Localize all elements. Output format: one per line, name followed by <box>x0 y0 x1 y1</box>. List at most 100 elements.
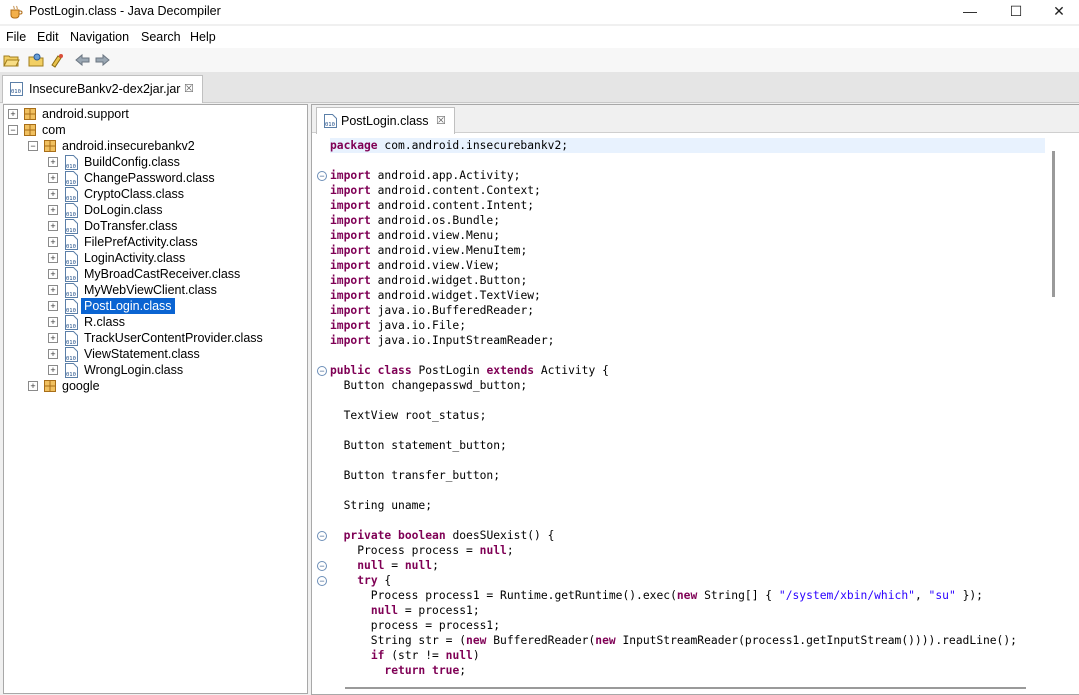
code-line: null = process1; <box>370 604 480 617</box>
search-icon[interactable] <box>49 52 66 68</box>
close-tab-icon[interactable]: ☒ <box>184 82 194 95</box>
menu-file[interactable]: File <box>6 30 26 44</box>
expand-icon[interactable]: + <box>48 301 58 311</box>
tree-item[interactable]: +010 PostLogin.class <box>4 298 304 314</box>
code-line: Button transfer_button; <box>330 469 501 482</box>
code-line: import java.io.File; <box>330 319 467 332</box>
code-line: Process process1 = Runtime.getRuntime().… <box>330 589 983 602</box>
minimize-button[interactable]: — <box>947 0 993 24</box>
tree-item-label: CryptoClass.class <box>84 187 185 201</box>
expand-icon[interactable]: + <box>48 269 58 279</box>
tree-item[interactable]: +010 ChangePassword.class <box>4 170 304 186</box>
tree-item[interactable]: +010 R.class <box>4 314 304 330</box>
svg-text:010: 010 <box>11 89 21 95</box>
code-line: import android.view.Menu; <box>330 229 501 242</box>
code-line: String uname; <box>330 499 433 512</box>
package-icon <box>44 140 56 152</box>
class-file-icon: 010 <box>65 267 78 282</box>
maximize-button[interactable]: ☐ <box>993 0 1039 24</box>
code-line: Button statement_button; <box>330 439 507 452</box>
expand-icon[interactable]: + <box>48 365 58 375</box>
menu-edit[interactable]: Edit <box>37 30 59 44</box>
fold-icon[interactable]: − <box>317 171 327 181</box>
forward-icon[interactable] <box>94 52 111 68</box>
class-file-icon: 010 <box>65 251 78 266</box>
tree-item[interactable]: +010 WrongLogin.class <box>4 362 304 378</box>
class-file-icon: 010 <box>65 187 78 202</box>
tree-item[interactable]: +010 BuildConfig.class <box>4 154 304 170</box>
fold-icon[interactable]: − <box>317 576 327 586</box>
vertical-scrollbar[interactable] <box>1052 151 1055 297</box>
back-icon[interactable] <box>74 52 91 68</box>
expand-icon[interactable]: + <box>8 109 18 119</box>
expand-icon[interactable]: + <box>48 173 58 183</box>
jar-tab[interactable]: 010 InsecureBankv2-dex2jar.jar ☒ <box>2 75 203 103</box>
tree-item[interactable]: + google <box>4 378 304 394</box>
code-line: null = null; <box>357 559 439 572</box>
tree-item[interactable]: +010 MyBroadCastReceiver.class <box>4 266 304 282</box>
code-line: import android.content.Intent; <box>330 199 535 212</box>
tree-item[interactable]: +010 CryptoClass.class <box>4 186 304 202</box>
class-file-icon: 010 <box>65 347 78 362</box>
code-line: import android.app.Activity; <box>330 169 521 182</box>
menu-help[interactable]: Help <box>190 30 216 44</box>
fold-icon[interactable]: − <box>317 531 327 541</box>
code-line: Button changepasswd_button; <box>330 379 528 392</box>
expand-icon[interactable]: + <box>48 157 58 167</box>
code-line: try { <box>357 574 392 587</box>
class-file-icon: 010 <box>65 363 78 378</box>
tree-item[interactable]: +010 DoTransfer.class <box>4 218 304 234</box>
tree-item-label: BuildConfig.class <box>84 155 180 169</box>
editor-tab[interactable]: 010 PostLogin.class ☒ <box>316 107 455 134</box>
tree-item-label: TrackUserContentProvider.class <box>84 331 263 345</box>
tree-item-label: google <box>62 379 100 393</box>
tree-item[interactable]: +010 ViewStatement.class <box>4 346 304 362</box>
tree-item[interactable]: + android.support <box>4 106 304 122</box>
expand-icon[interactable]: + <box>48 285 58 295</box>
package-icon <box>44 380 56 392</box>
close-window-button[interactable]: ✕ <box>1036 0 1079 24</box>
horizontal-scrollbar[interactable] <box>345 687 1026 689</box>
jar-file-icon: 010 <box>10 82 23 96</box>
expand-icon[interactable]: + <box>48 349 58 359</box>
expand-icon[interactable]: + <box>48 333 58 343</box>
tree-item[interactable]: +010 MyWebViewClient.class <box>4 282 304 298</box>
code-line: if (str != null) <box>370 649 480 662</box>
class-file-icon: 010 <box>65 299 78 314</box>
fold-icon[interactable]: − <box>317 561 327 571</box>
tree-item[interactable]: +010 LoginActivity.class <box>4 250 304 266</box>
class-file-icon: 010 <box>65 219 78 234</box>
expand-icon[interactable]: + <box>28 381 38 391</box>
code-line: import android.content.Context; <box>330 184 541 197</box>
tree-item[interactable]: − com <box>4 122 304 138</box>
open-type-icon[interactable] <box>28 52 45 68</box>
expand-icon[interactable]: + <box>48 237 58 247</box>
expand-icon[interactable]: + <box>48 205 58 215</box>
menu-search[interactable]: Search <box>141 30 181 44</box>
tree-item-label: WrongLogin.class <box>84 363 184 377</box>
code-area[interactable]: package com.android.insecurebankv2; − impo… <box>312 137 1079 694</box>
menu-bar: File Edit Navigation Search Help <box>0 26 1079 48</box>
expand-icon[interactable]: + <box>48 253 58 263</box>
open-file-icon[interactable] <box>3 52 20 68</box>
expand-icon[interactable]: + <box>48 189 58 199</box>
tree-item[interactable]: +010 TrackUserContentProvider.class <box>4 330 304 346</box>
expand-icon[interactable]: + <box>48 221 58 231</box>
tree-item[interactable]: − android.insecurebankv2 <box>4 138 304 154</box>
code-line: import android.view.View; <box>330 259 501 272</box>
fold-icon[interactable]: − <box>317 366 327 376</box>
close-editor-tab-icon[interactable]: ☒ <box>436 114 446 127</box>
class-file-icon: 010 <box>65 203 78 218</box>
tree-item[interactable]: +010 DoLogin.class <box>4 202 304 218</box>
collapse-icon[interactable]: − <box>28 141 38 151</box>
collapse-icon[interactable]: − <box>8 125 18 135</box>
tree-item-label: android.support <box>42 107 129 121</box>
expand-icon[interactable]: + <box>48 317 58 327</box>
tree-item-label: DoLogin.class <box>84 203 163 217</box>
menu-navigation[interactable]: Navigation <box>70 30 129 44</box>
code-editor: 010 PostLogin.class ☒ package com.androi… <box>311 104 1079 695</box>
tree-item-label: MyWebViewClient.class <box>84 283 217 297</box>
code-line: import android.view.MenuItem; <box>330 244 528 257</box>
tree-item[interactable]: +010 FilePrefActivity.class <box>4 234 304 250</box>
tree-item-label: DoTransfer.class <box>84 219 178 233</box>
